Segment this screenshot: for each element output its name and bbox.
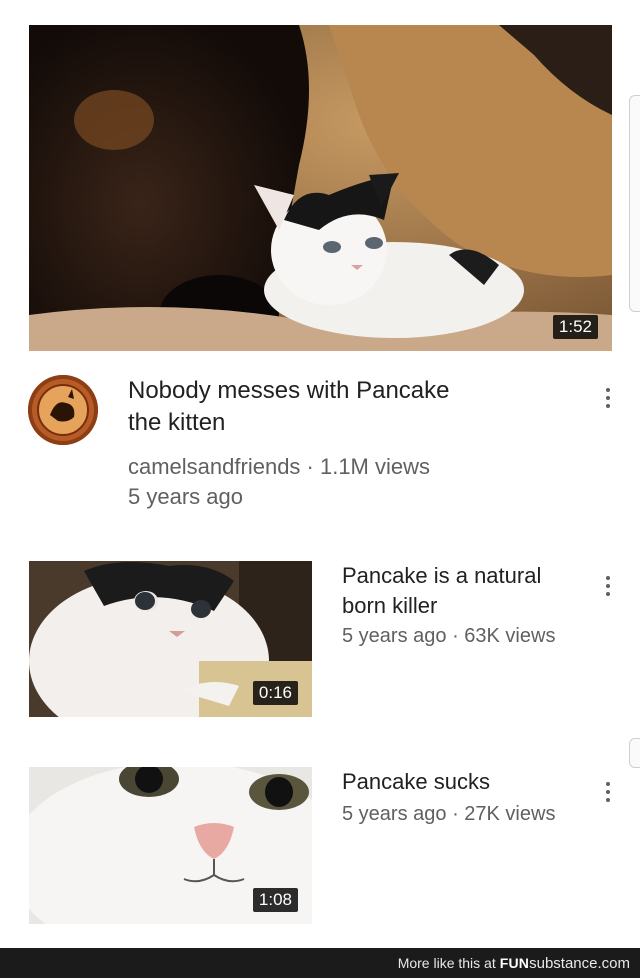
channel-logo-icon (37, 384, 89, 436)
related-title-1-line2: born killer (342, 593, 438, 618)
featured-thumbnail[interactable]: 1:52 (29, 25, 612, 351)
footer-bar: More like this at FUN substance.com (0, 948, 640, 978)
footer-brand-bold: FUN (499, 955, 530, 971)
duration-badge: 1:08 (252, 888, 298, 912)
more-vert-icon[interactable] (600, 777, 616, 807)
footer-brand-rest: substance.com (529, 954, 630, 972)
featured-title[interactable]: Nobody messes with Pancake the kitten (128, 375, 548, 439)
related-thumbnail-2[interactable]: 1:08 (29, 767, 312, 924)
channel-avatar[interactable] (28, 375, 98, 445)
related-meta-1: 5 years ago · 63K views (342, 625, 556, 647)
more-vert-icon[interactable] (600, 383, 616, 413)
more-vert-icon[interactable] (600, 571, 616, 601)
edge-tab (629, 95, 640, 312)
edge-tab (629, 738, 640, 768)
featured-thumbnail-image (29, 25, 612, 351)
duration-badge: 0:16 (252, 681, 298, 705)
related-title-1-line1: Pancake is a natural (342, 563, 542, 588)
footer-prefix: More like this at (397, 955, 496, 971)
related-title-2[interactable]: Pancake sucks (342, 767, 582, 797)
featured-title-line1: Nobody messes with Pancake (128, 377, 450, 404)
duration-badge: 1:52 (552, 315, 598, 339)
related-meta-2: 5 years ago · 27K views (342, 803, 556, 825)
featured-channel-views[interactable]: camelsandfriends · 1.1M views (128, 452, 430, 482)
featured-age: 5 years ago (128, 484, 243, 509)
featured-title-line2: the kitten (128, 409, 226, 436)
related-title-1[interactable]: Pancake is a natural born killer (342, 561, 582, 621)
related-thumbnail-1[interactable]: 0:16 (29, 561, 312, 717)
